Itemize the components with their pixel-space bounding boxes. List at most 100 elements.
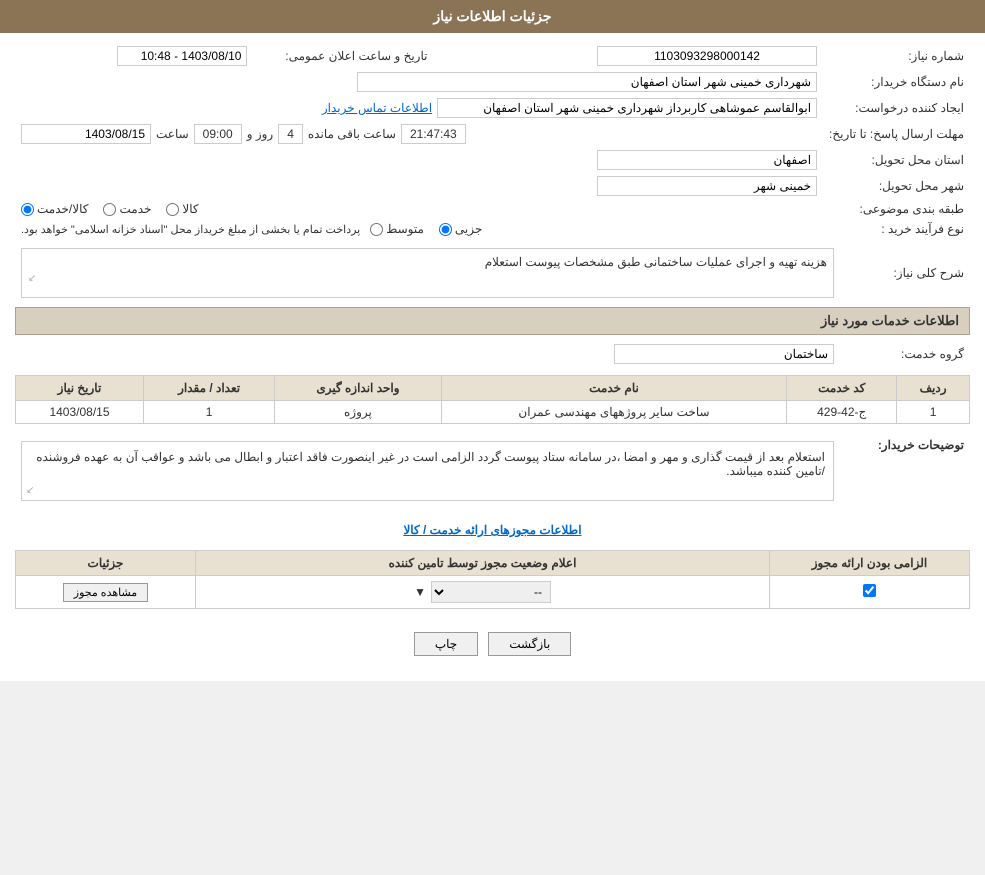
radio-kala[interactable]: کالا [166,202,198,216]
sharh-row: شرح کلی نیاز: هزینه تهیه و اجرای عملیات … [15,245,970,301]
dropdown-icon: ▼ [414,585,426,599]
radio-khedmat-label: خدمت [119,202,151,216]
radio-khedmat[interactable]: خدمت [103,202,151,216]
cell-radif: 1 [897,401,970,424]
ettelaat-tamas-link[interactable]: اطلاعات تماس خریدار [322,101,432,115]
radio-motavasset[interactable]: متوسط [370,222,424,236]
tozihat-row: توضیحات خریدار: استعلام بعد از قیمت گذار… [15,432,970,510]
radio-khedmat-input[interactable] [103,203,116,216]
tozihat-text: استعلام بعد از قیمت گذاری و مهر و امضا ،… [36,450,825,478]
baqi-label: ساعت باقی مانده [308,127,396,141]
cell-name: ساخت سایر پروژههای مهندسی عمران [441,401,787,424]
sharh-label: شرح کلی نیاز: [840,245,970,301]
tozihat-box: استعلام بعد از قیمت گذاری و مهر و امضا ،… [21,441,834,501]
ostan-value [15,147,823,173]
ijad-value: اطلاعات تماس خریدار [15,95,823,121]
tarikh-input[interactable] [117,46,247,66]
radio-kala-label: کالا [182,202,198,216]
row-nooe-farayand: نوع فرآیند خرید : پرداخت تمام یا بخشی از… [15,219,970,239]
back-button[interactable]: بازگشت [488,632,571,656]
shahr-input[interactable] [597,176,817,196]
content-area: شماره نیاز: تاریخ و ساعت اعلان عمومی: نا… [0,33,985,681]
radio-jozi[interactable]: جزیی [439,222,482,236]
dastgah-label: نام دستگاه خریدار: [823,69,970,95]
page-header: جزئیات اطلاعات نیاز [0,0,985,33]
sharh-section: شرح کلی نیاز: هزینه تهیه و اجرای عملیات … [15,245,970,301]
dastgah-input[interactable] [357,72,817,92]
mohlat-date-input[interactable] [21,124,151,144]
tabaghebandi-value: کالا/خدمت خدمت کالا [15,199,823,219]
perm-cell-joziat: مشاهده مجوز [16,576,196,609]
ostan-label: استان محل تحویل: [823,147,970,173]
ijad-input[interactable] [437,98,817,118]
services-section-header: اطلاعات خدمات مورد نیاز [15,307,970,335]
shomara-value [433,43,823,69]
row-ijad: ایجاد کننده درخواست: اطلاعات تماس خریدار [15,95,970,121]
view-permit-button[interactable]: مشاهده مجوز [63,583,148,602]
sharh-box: هزینه تهیه و اجرای عملیات ساختمانی طبق م… [21,248,834,298]
eelam-select[interactable]: -- [431,581,551,603]
shahr-value [15,173,823,199]
radio-kala-input[interactable] [166,203,179,216]
permissions-thead: الزامی بودن ارائه مجوز اعلام وضعیت مجوز … [16,551,970,576]
tozihat-value-cell: استعلام بعد از قیمت گذاری و مهر و امضا ،… [15,432,840,510]
cell-tarikh: 1403/08/15 [16,401,144,424]
saat-value: 09:00 [194,124,242,144]
ostan-input[interactable] [597,150,817,170]
nooe-farayand-label: نوع فرآیند خرید : [823,219,970,239]
col-kod: کد خدمت [787,376,897,401]
col-tedad: تعداد / مقدار [143,376,274,401]
col-tarikh: تاریخ نیاز [16,376,144,401]
col-vahed: واحد اندازه گیری [275,376,441,401]
permissions-tbody: -- ▼ مشاهده مجوز [16,576,970,609]
perm-cell-eelam: -- ▼ [196,576,770,609]
nooe-farayand-note: پرداخت تمام یا بخشی از مبلغ خریداز محل "… [21,223,360,236]
mohlat-label: مهلت ارسال پاسخ: تا تاریخ: [823,121,970,147]
row-mohlat: مهلت ارسال پاسخ: تا تاریخ: 21:47:43 ساعت… [15,121,970,147]
tarikh-label: تاریخ و ساعت اعلان عمومی: [253,43,433,69]
baqi-value: 21:47:43 [401,124,466,144]
dastgah-value [15,69,823,95]
permissions-link[interactable]: اطلاعات مجوزهای ارائه خدمت / کالا [15,518,970,542]
perm-col-elzami: الزامی بودن ارائه مجوز [770,551,970,576]
shomara-label: شماره نیاز: [823,43,970,69]
grooh-input[interactable] [614,344,834,364]
permissions-table: الزامی بودن ارائه مجوز اعلام وضعیت مجوز … [15,550,970,609]
permissions-row: -- ▼ مشاهده مجوز [16,576,970,609]
roz-label: روز و [247,127,274,141]
ijad-label: ایجاد کننده درخواست: [823,95,970,121]
grooh-value-cell [15,341,840,367]
permissions-header-row: الزامی بودن ارائه مجوز اعلام وضعیت مجوز … [16,551,970,576]
radio-kala-khedmat[interactable]: کالا/خدمت [21,202,88,216]
radio-kala-khedmat-label: کالا/خدمت [37,202,88,216]
radio-motavasset-label: متوسط [386,222,424,236]
perm-col-eelam: اعلام وضعیت مجوز توسط تامین کننده [196,551,770,576]
radio-motavasset-input[interactable] [370,223,383,236]
tozihat-label: توضیحات خریدار: [840,432,970,510]
services-thead: ردیف کد خدمت نام خدمت واحد اندازه گیری ت… [16,376,970,401]
cell-tedad: 1 [143,401,274,424]
roz-value: 4 [278,124,303,144]
saat-label: ساعت [156,127,189,141]
radio-jozi-label: جزیی [455,222,482,236]
shomara-input[interactable] [597,46,817,66]
perm-cell-elzami [770,576,970,609]
radio-jozi-input[interactable] [439,223,452,236]
page-container: جزئیات اطلاعات نیاز شماره نیاز: تاریخ و … [0,0,985,681]
radio-kala-khedmat-input[interactable] [21,203,34,216]
grooh-table: گروه خدمت: [15,341,970,367]
info-table: شماره نیاز: تاریخ و ساعت اعلان عمومی: نا… [15,43,970,239]
col-name: نام خدمت [441,376,787,401]
perm-col-joziat: جزئیات [16,551,196,576]
tabaghebandi-label: طبقه بندی موضوعی: [823,199,970,219]
shahr-label: شهر محل تحویل: [823,173,970,199]
grooh-row: گروه خدمت: [15,341,970,367]
table-row: 1 ج-42-429 ساخت سایر پروژههای مهندسی عمر… [16,401,970,424]
row-shomara: شماره نیاز: تاریخ و ساعت اعلان عمومی: [15,43,970,69]
print-button[interactable]: چاپ [414,632,478,656]
elzami-checkbox[interactable] [863,584,876,597]
row-dastgah: نام دستگاه خریدار: [15,69,970,95]
tarikh-value [15,43,253,69]
col-radif: ردیف [897,376,970,401]
services-header-row: ردیف کد خدمت نام خدمت واحد اندازه گیری ت… [16,376,970,401]
